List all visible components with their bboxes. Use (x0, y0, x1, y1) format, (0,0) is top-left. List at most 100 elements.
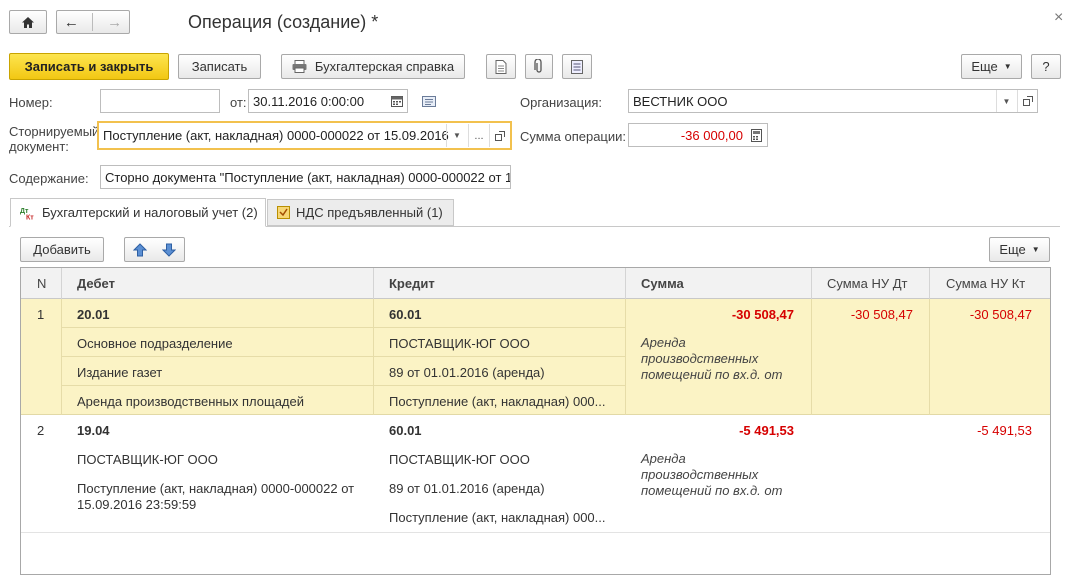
debit-subconto-2-line-1[interactable]: Поступление (акт, накладная) 0000-000022… (77, 481, 354, 496)
col-credit[interactable]: Кредит (389, 268, 435, 298)
number-field[interactable] (100, 89, 220, 113)
org-field[interactable]: ВЕСТНИК ООО (628, 89, 1038, 113)
credit-account[interactable]: 60.01 (389, 307, 422, 322)
col-n[interactable]: N (37, 268, 46, 298)
sum-value[interactable]: -5 491,53 (739, 423, 794, 438)
svg-text:Кт: Кт (26, 214, 34, 220)
credit-subconto-1[interactable]: ПОСТАВЩИК-ЮГ ООО (389, 452, 530, 467)
debit-subconto-1[interactable]: ПОСТАВЩИК-ЮГ ООО (77, 452, 218, 467)
credit-subconto-3[interactable]: Поступление (акт, накладная) 000... (389, 394, 606, 409)
accounting-ref-button[interactable]: Бухгалтерская справка (281, 54, 465, 79)
credit-subconto-1[interactable]: ПОСТАВЩИК-ЮГ ООО (389, 336, 530, 351)
sum-nu-kt[interactable]: -5 491,53 (977, 423, 1032, 438)
org-label: Организация: (520, 95, 603, 110)
tab-vat[interactable]: НДС предъявленный (1) (267, 199, 454, 226)
col-debit[interactable]: Дебет (77, 268, 115, 298)
home-button[interactable] (9, 10, 47, 34)
back-arrow-icon[interactable]: ← (64, 14, 79, 31)
storno-value: Поступление (акт, накладная) 0000-000022… (103, 128, 449, 143)
home-icon (22, 16, 34, 28)
structure-button[interactable] (562, 54, 592, 79)
calendar-icon[interactable] (387, 91, 407, 111)
row-number: 1 (37, 307, 45, 322)
sum-description-line-3: помещений по вх.д. от (641, 483, 783, 498)
row-number: 2 (37, 423, 45, 438)
credit-subconto-3[interactable]: Поступление (акт, накладная) 000... (389, 510, 606, 525)
storno-label-line1: Сторнируемый (9, 124, 100, 139)
credit-subconto-2[interactable]: 89 от 01.01.2016 (аренда) (389, 365, 545, 380)
tab-vat-label: НДС предъявленный (1) (296, 205, 443, 220)
comment-icon[interactable] (419, 92, 439, 110)
org-value: ВЕСТНИК ООО (633, 93, 728, 109)
table-header: N Дебет Кредит Сумма Сумма НУ Дт Сумма Н… (21, 268, 1050, 299)
nav-buttons: ← → (56, 10, 130, 34)
printer-icon (292, 60, 307, 73)
content-value: Сторно документа "Поступление (акт, накл… (105, 169, 511, 185)
sum-description-line-2: производственных (641, 467, 759, 482)
debit-account[interactable]: 19.04 (77, 423, 110, 438)
move-up-icon[interactable] (132, 242, 147, 257)
sum-value[interactable]: -30 508,47 (732, 307, 794, 322)
sum-label: Сумма операции: (520, 129, 626, 144)
tab-accounting[interactable]: Дт Кт Бухгалтерский и налоговый учет (2) (10, 198, 266, 227)
move-buttons (124, 237, 185, 262)
sum-description-line-1: Аренда (641, 451, 686, 466)
sum-nu-dt[interactable]: -30 508,47 (851, 307, 913, 322)
date-field[interactable]: 30.11.2016 0:00:00 (248, 89, 408, 113)
storno-label-line2: документ: (9, 139, 69, 154)
sum-description-line-2: производственных (641, 351, 759, 366)
sum-description[interactable]: Аренда производственных помещений по вх.… (641, 335, 801, 383)
storno-select-icon[interactable]: ... (468, 124, 489, 147)
accounting-ref-label: Бухгалтерская справка (314, 59, 455, 74)
document-icon (495, 59, 507, 74)
table-row[interactable]: 2 19.04 ПОСТАВЩИК-ЮГ ООО Поступление (ак… (21, 416, 1050, 531)
tab-accounting-label: Бухгалтерский и налоговый учет (2) (42, 205, 258, 220)
storno-dropdown-icon[interactable]: ▼ (446, 124, 467, 147)
org-dropdown-icon[interactable]: ▼ (996, 90, 1016, 112)
table-row[interactable]: 1 20.01 Основное подразделение Издание г… (21, 299, 1050, 415)
save-close-button[interactable]: Записать и закрыть (9, 53, 169, 80)
sum-nu-kt[interactable]: -30 508,47 (970, 307, 1032, 322)
debit-subconto-1[interactable]: Основное подразделение (77, 336, 233, 351)
sum-description-line-3: помещений по вх.д. от (641, 367, 783, 382)
move-down-icon[interactable] (162, 243, 177, 257)
help-button[interactable]: ? (1031, 54, 1061, 79)
paperclip-icon (534, 59, 542, 73)
document-button[interactable] (486, 54, 516, 79)
table-more-button[interactable]: Еще ▼ (989, 237, 1050, 262)
list-doc-icon (571, 59, 583, 74)
add-button[interactable]: Добавить (20, 237, 104, 262)
more-button[interactable]: Еще ▼ (961, 54, 1022, 79)
org-open-icon[interactable] (1017, 90, 1037, 112)
close-icon[interactable]: × (1054, 9, 1063, 27)
forward-arrow-icon[interactable]: → (107, 14, 122, 31)
number-label: Номер: (9, 95, 53, 110)
storno-open-icon[interactable] (489, 124, 510, 147)
content-label: Содержание: (9, 171, 89, 186)
col-nu-dt[interactable]: Сумма НУ Дт (827, 268, 907, 298)
window-title: Операция (создание) * (188, 12, 379, 32)
date-label: от: (230, 95, 247, 110)
sum-description[interactable]: Аренда производственных помещений по вх.… (641, 451, 801, 499)
entries-table: N Дебет Кредит Сумма Сумма НУ Дт Сумма Н… (20, 267, 1051, 575)
col-nu-kt[interactable]: Сумма НУ Кт (946, 268, 1025, 298)
storno-label: Сторнируемый документ: (9, 124, 99, 154)
date-value: 30.11.2016 0:00:00 (253, 93, 365, 109)
dropdown-arrow-icon: ▼ (1031, 245, 1040, 254)
row-divider (21, 532, 1050, 533)
content-field[interactable]: Сторно документа "Поступление (акт, накл… (100, 165, 511, 189)
calculator-icon[interactable] (746, 125, 766, 145)
credit-account[interactable]: 60.01 (389, 423, 422, 438)
credit-subconto-2[interactable]: 89 от 01.01.2016 (аренда) (389, 481, 545, 496)
save-button[interactable]: Записать (178, 54, 261, 79)
col-sum[interactable]: Сумма (641, 268, 684, 298)
more-label: Еще (971, 59, 998, 74)
attach-button[interactable] (525, 54, 553, 79)
debit-subconto-2[interactable]: Издание газет (77, 365, 162, 380)
debit-account[interactable]: 20.01 (77, 307, 110, 322)
dropdown-arrow-icon: ▼ (1003, 62, 1012, 71)
dt-kt-icon: ДтКт (20, 208, 34, 220)
debit-subconto-3[interactable]: Аренда производственных площадей (77, 394, 304, 409)
debit-subconto-2-line-2[interactable]: 15.09.2016 23:59:59 (77, 497, 196, 512)
sum-value: -36 000,00 (680, 127, 743, 143)
